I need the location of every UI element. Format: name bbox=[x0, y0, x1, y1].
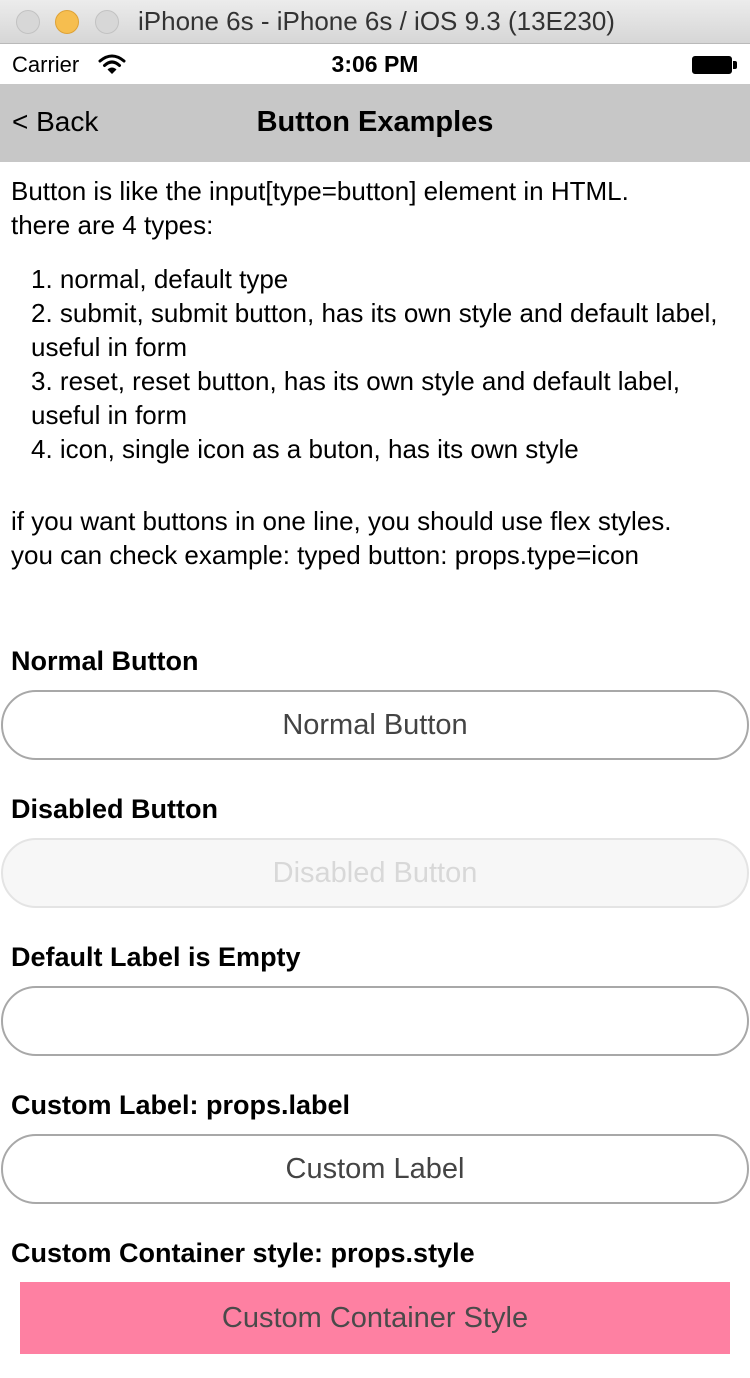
list-item: 4. icon, single icon as a buton, has its… bbox=[31, 434, 579, 464]
zoom-window-button[interactable] bbox=[95, 10, 119, 34]
empty-label-button[interactable] bbox=[1, 986, 749, 1056]
section-title-custom-style: Custom Container style: props.style bbox=[11, 1238, 475, 1268]
simulator-title-bar: iPhone 6s - iPhone 6s / iOS 9.3 (13E230) bbox=[0, 0, 750, 44]
custom-label-button[interactable]: Custom Label bbox=[1, 1134, 749, 1204]
normal-button[interactable]: Normal Button bbox=[1, 690, 749, 760]
section-title-empty-label: Default Label is Empty bbox=[11, 942, 301, 972]
navigation-bar: Button Examples < Back bbox=[0, 84, 750, 162]
battery-icon bbox=[692, 56, 738, 74]
page-title: Button Examples bbox=[256, 106, 494, 138]
flex-note: if you want buttons in one line, you sho… bbox=[11, 504, 741, 572]
section-title-custom-label: Custom Label: props.label bbox=[11, 1090, 351, 1120]
close-window-button[interactable] bbox=[16, 10, 40, 34]
list-item: 2. submit, submit button, has its own st… bbox=[31, 298, 718, 362]
minimize-window-button[interactable] bbox=[55, 10, 79, 34]
section-title-normal: Normal Button bbox=[11, 646, 199, 676]
intro-line: Button is like the input[type=button] el… bbox=[11, 176, 629, 206]
list-item: 3. reset, reset button, has its own styl… bbox=[31, 366, 680, 430]
button-types-list: 1. normal, default type 2. submit, submi… bbox=[31, 262, 731, 466]
custom-container-style-button[interactable]: Custom Container Style bbox=[20, 1282, 730, 1354]
disabled-button: Disabled Button bbox=[1, 838, 749, 908]
note-line: if you want buttons in one line, you sho… bbox=[11, 506, 672, 536]
list-item: 1. normal, default type bbox=[31, 264, 289, 294]
section-title-disabled: Disabled Button bbox=[11, 794, 218, 824]
window-title: iPhone 6s - iPhone 6s / iOS 9.3 (13E230) bbox=[138, 6, 615, 36]
note-line: you can check example: typed button: pro… bbox=[11, 540, 639, 570]
intro-text: Button is like the input[type=button] el… bbox=[11, 174, 741, 242]
back-button[interactable]: < Back bbox=[12, 106, 98, 138]
intro-line: there are 4 types: bbox=[11, 210, 214, 240]
status-time: 3:06 PM bbox=[331, 51, 419, 77]
status-bar: Carrier 3:06 PM bbox=[0, 44, 750, 84]
